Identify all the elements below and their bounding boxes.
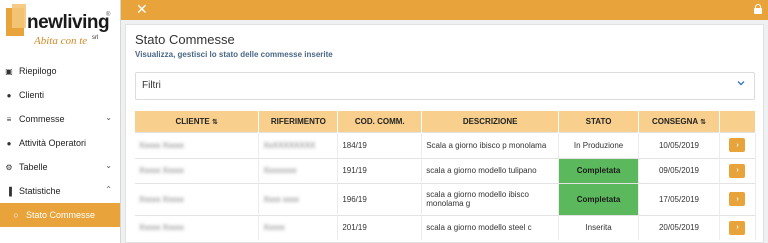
open-commessa-button[interactable]: › xyxy=(729,192,746,206)
cell-stato: Completata xyxy=(558,157,640,183)
cell-riferimento: XxXXXXXXXX xyxy=(258,131,339,158)
sidebar-item-label: Riepilogo xyxy=(19,66,57,76)
cell-cod-comm: 184/19 xyxy=(337,131,423,158)
table-row[interactable]: Xxxxx Xxxxx Xxxxx 201/19 scala a giorno … xyxy=(135,214,757,240)
sidebar-item-attivita-operatori[interactable]: ● Attività Operatori xyxy=(0,131,120,155)
cell-cod-comm: 191/19 xyxy=(337,157,423,183)
column-header-consegna[interactable]: CONSEGNA ⇅ xyxy=(638,111,720,132)
cell-descrizione: scala a giorno modello steel c xyxy=(421,214,560,240)
table-row[interactable]: Xxxxx Xxxxx XxXXXXXXXX 184/19 Scala a gi… xyxy=(135,131,757,158)
open-commessa-button[interactable]: › xyxy=(729,220,746,235)
cell-riferimento: Xxxx xxxx xyxy=(258,182,339,215)
users-icon: ● xyxy=(6,138,12,148)
cell-action: › xyxy=(719,131,757,158)
sidebar-item-statistiche[interactable]: ▐ Statistiche ⌃ xyxy=(0,179,120,203)
sort-icon[interactable]: ⇅ xyxy=(212,119,218,126)
cell-descrizione: scala a giorno modello ibisco monolama g xyxy=(421,182,560,215)
sidebar-nav: ▣ Riepilogo ● Clienti ≡ Commesse ⌄ ● Att… xyxy=(0,59,120,227)
logo-tagline: Abita con te xyxy=(34,35,88,47)
sidebar-item-label: Commesse xyxy=(19,114,65,124)
cell-action: › xyxy=(719,214,757,240)
sidebar-item-label: Statistiche xyxy=(19,186,61,196)
cell-stato: Inserita xyxy=(558,214,640,240)
user-icon: ● xyxy=(6,90,12,100)
cell-descrizione: Scala a giorno ibisco p monolama xyxy=(421,131,560,158)
chevron-up-icon: ⌃ xyxy=(105,185,112,194)
cell-cliente: Xxxxx Xxxxx xyxy=(135,131,260,158)
close-icon[interactable]: ✕ xyxy=(136,1,148,17)
cell-cliente: Xxxxx Xxxxx xyxy=(135,214,260,240)
top-bar: ✕ xyxy=(121,0,768,20)
gear-icon: ⚙ xyxy=(5,162,13,172)
logo-srl: srl xyxy=(92,35,99,41)
filters-label: Filtri xyxy=(142,80,161,91)
open-commessa-button[interactable]: › xyxy=(729,163,746,178)
table-row[interactable]: Xxxxx Xxxxx Xxxx xxxx 196/19 scala a gio… xyxy=(135,182,757,215)
sidebar-item-tabelle[interactable]: ⚙ Tabelle ⌄ xyxy=(0,155,120,179)
sidebar-item-label: Tabelle xyxy=(19,162,48,172)
sidebar-item-riepilogo[interactable]: ▣ Riepilogo xyxy=(0,59,120,83)
cell-stato: In Produzione xyxy=(558,131,640,158)
list-icon: ≡ xyxy=(6,114,12,124)
column-header-cod-comm: COD. COMM. xyxy=(337,111,423,132)
table-header-row: CLIENTE ⇅ RIFERIMENTO COD. COMM. DESCRIZ… xyxy=(135,111,757,132)
logo-wordmark: newliving xyxy=(27,12,110,33)
bar-chart-icon: ▐ xyxy=(6,186,12,196)
sidebar-item-stato-commesse[interactable]: ○ Stato Commesse xyxy=(0,203,120,227)
filters-panel[interactable]: Filtri xyxy=(135,72,755,100)
cell-consegna: 17/05/2019 xyxy=(638,182,720,215)
column-header-riferimento: RIFERIMENTO xyxy=(258,111,339,132)
cell-stato: Completata xyxy=(558,182,640,215)
column-header-actions xyxy=(719,111,757,132)
column-header-cliente[interactable]: CLIENTE ⇅ xyxy=(135,111,260,132)
cell-descrizione: scala a giorno modello tulipano xyxy=(421,157,560,183)
cell-cod-comm: 201/19 xyxy=(337,214,423,240)
page-title: Stato Commesse xyxy=(135,32,235,47)
cell-cliente: Xxxxx Xxxxx xyxy=(135,157,260,183)
main-panel: Stato Commesse Visualizza, gestisci lo s… xyxy=(125,24,764,243)
chevron-down-icon: ⌄ xyxy=(105,113,112,122)
brand-logo[interactable]: newliving ® Abita con te srl xyxy=(0,0,121,60)
cell-consegna: 20/05/2019 xyxy=(638,214,720,240)
circle-icon: ○ xyxy=(13,210,19,220)
cell-consegna: 10/05/2019 xyxy=(638,131,720,158)
logo-registered-mark: ® xyxy=(106,12,111,18)
table-row[interactable]: Xxxxx Xxxxx Xxxxxxxx 191/19 scala a gior… xyxy=(135,157,757,183)
chevron-down-icon: ⌄ xyxy=(105,161,112,170)
sidebar-item-label: Stato Commesse xyxy=(26,210,96,220)
page-subtitle: Visualizza, gestisci lo stato delle comm… xyxy=(135,50,333,59)
column-header-descrizione: DESCRIZIONE xyxy=(421,111,560,132)
sidebar-item-label: Attività Operatori xyxy=(19,138,87,148)
column-header-stato: STATO xyxy=(558,111,640,132)
sidebar-item-commesse[interactable]: ≡ Commesse ⌄ xyxy=(0,107,120,131)
cell-riferimento: Xxxxxxxx xyxy=(258,157,339,183)
sidebar-item-label: Clienti xyxy=(19,90,45,100)
cell-action: › xyxy=(719,182,757,215)
commesse-table: CLIENTE ⇅ RIFERIMENTO COD. COMM. DESCRIZ… xyxy=(135,111,757,240)
sidebar: newliving ® Abita con te srl ▣ Riepilogo… xyxy=(0,0,121,243)
logo-mark-front xyxy=(12,4,26,28)
open-commessa-button[interactable]: › xyxy=(729,138,746,152)
chevron-down-icon[interactable] xyxy=(737,79,745,87)
dashboard-icon: ▣ xyxy=(5,66,13,76)
sidebar-item-clienti[interactable]: ● Clienti xyxy=(0,83,120,107)
cell-cod-comm: 196/19 xyxy=(337,182,423,215)
cell-cliente: Xxxxx Xxxxx xyxy=(135,182,260,215)
sort-icon[interactable]: ⇅ xyxy=(700,119,706,126)
cell-action: › xyxy=(719,157,757,183)
cell-consegna: 09/05/2019 xyxy=(638,157,720,183)
cell-riferimento: Xxxxx xyxy=(258,214,339,240)
lock-icon[interactable] xyxy=(754,4,762,14)
